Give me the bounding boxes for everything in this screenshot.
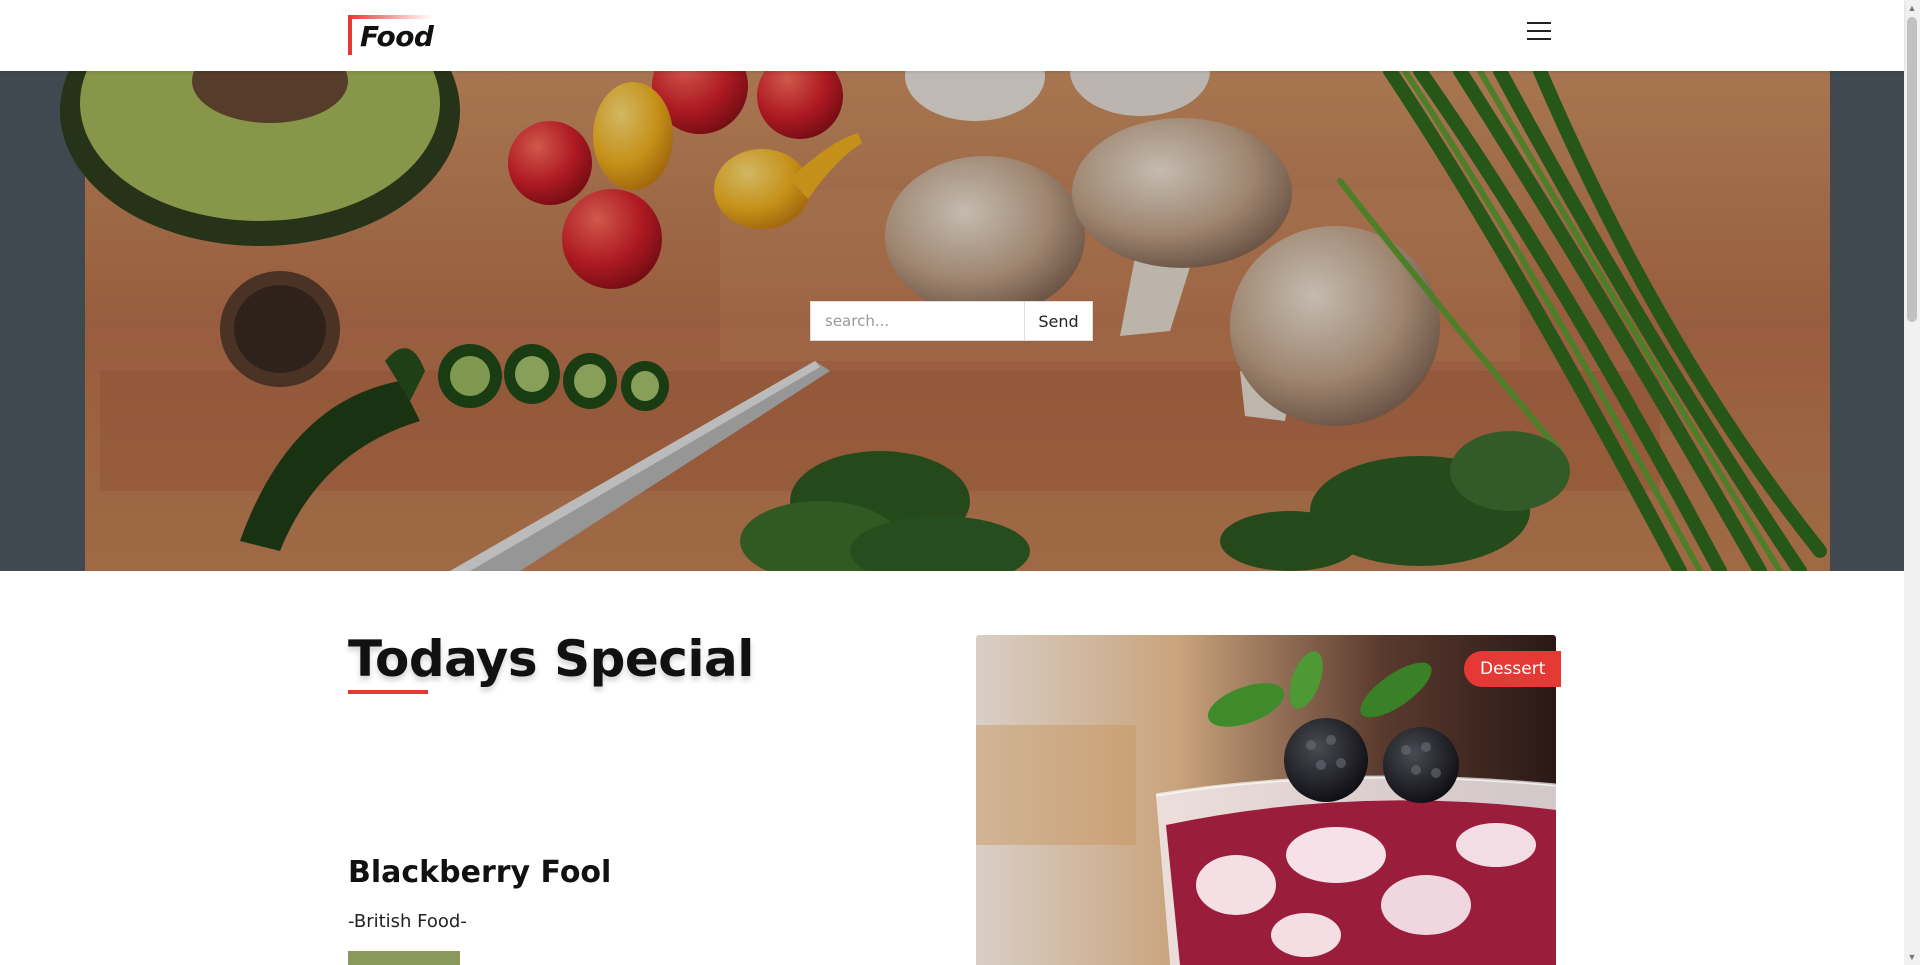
section-title: Todays Special	[348, 630, 754, 688]
page-scrollbar[interactable]: ▲ ▼	[1904, 0, 1920, 965]
arrow-down-icon[interactable]: ▼	[1904, 949, 1920, 965]
send-button[interactable]: Send	[1024, 301, 1093, 341]
dish-origin: -British Food-	[348, 911, 467, 932]
arrow-up-icon[interactable]: ▲	[1904, 0, 1920, 16]
scrollbar-thumb[interactable]	[1907, 17, 1917, 322]
hamburger-menu-icon[interactable]	[1524, 19, 1554, 43]
logo-text: Food	[360, 20, 434, 53]
dish-image	[976, 635, 1556, 965]
category-tag[interactable]: Dessert	[1464, 651, 1562, 687]
top-navbar: Food	[0, 0, 1904, 71]
dish-action-button[interactable]	[348, 951, 460, 965]
hero-banner: Send	[0, 71, 1904, 571]
logo-accent-horizontal	[348, 15, 432, 19]
logo[interactable]: Food	[348, 15, 434, 55]
search-input[interactable]	[810, 301, 1024, 341]
dish-image-card[interactable]	[976, 635, 1556, 965]
hero-search-bar: Send	[810, 301, 1093, 341]
dish-name: Blackberry Fool	[348, 855, 612, 890]
logo-accent-vertical	[348, 15, 352, 55]
section-title-underline	[348, 690, 428, 694]
